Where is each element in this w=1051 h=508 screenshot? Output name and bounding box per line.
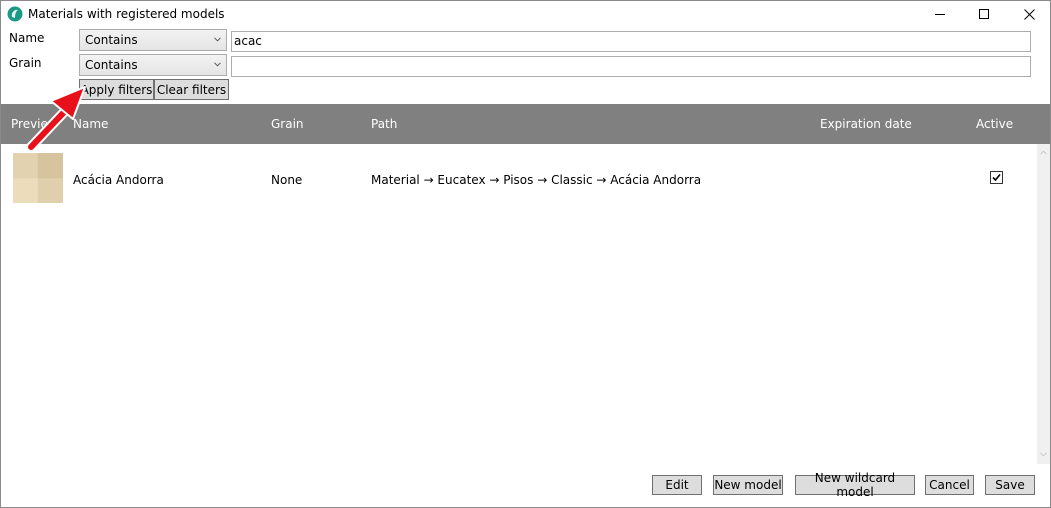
table-row[interactable]: Acácia Andorra None Material → Eucatex →…: [1, 151, 1037, 203]
clear-filters-button[interactable]: Clear filters: [154, 79, 229, 100]
annotation-arrow-icon: [26, 86, 86, 152]
close-button[interactable]: [1006, 1, 1050, 27]
cancel-button[interactable]: Cancel: [925, 475, 974, 495]
name-filter-input[interactable]: acac: [231, 31, 1031, 52]
column-header-expiration-date[interactable]: Expiration date: [820, 117, 912, 131]
chevron-down-icon: [214, 37, 221, 42]
row-grain-cell: None: [271, 173, 303, 187]
materials-grid: Acácia Andorra None Material → Eucatex →…: [1, 144, 1050, 464]
column-header-path[interactable]: Path: [371, 117, 397, 131]
name-filter-value: acac: [234, 34, 262, 48]
save-button[interactable]: Save: [985, 475, 1035, 495]
materials-window: Materials with registered models Name Co…: [0, 0, 1051, 508]
title-bar: Materials with registered models: [1, 1, 1050, 27]
close-icon: [1023, 8, 1035, 20]
app-icon: [7, 6, 23, 22]
maximize-button[interactable]: [961, 1, 1007, 27]
new-model-button[interactable]: New model: [713, 475, 783, 495]
grain-filter-input[interactable]: [231, 56, 1031, 77]
new-wildcard-model-button[interactable]: New wildcard model: [795, 471, 915, 499]
scroll-up-icon[interactable]: [1040, 150, 1047, 155]
grain-match-value: Contains: [85, 58, 138, 72]
grid-header: Preview Name Grain Path Expiration date …: [1, 104, 1050, 144]
name-match-select[interactable]: Contains: [79, 29, 227, 51]
grid-vertical-scrollbar[interactable]: [1037, 144, 1050, 464]
grain-match-select[interactable]: Contains: [79, 54, 227, 76]
minimize-button[interactable]: [917, 1, 963, 27]
chevron-down-icon: [214, 62, 221, 67]
edit-button[interactable]: Edit: [652, 475, 702, 495]
column-header-active[interactable]: Active: [976, 117, 1013, 131]
row-name-cell: Acácia Andorra: [73, 173, 164, 187]
checkmark-icon: [992, 173, 1001, 182]
name-match-value: Contains: [85, 33, 138, 47]
maximize-icon: [979, 9, 989, 19]
material-preview-thumbnail: [13, 153, 63, 203]
window-title: Materials with registered models: [28, 7, 225, 21]
row-active-checkbox[interactable]: [990, 171, 1003, 184]
grain-filter-label: Grain: [9, 56, 42, 70]
row-path-cell: Material → Eucatex → Pisos → Classic → A…: [371, 173, 702, 187]
scroll-down-icon[interactable]: [1040, 452, 1047, 457]
column-header-grain[interactable]: Grain: [271, 117, 304, 131]
minimize-icon: [935, 14, 945, 15]
name-filter-label: Name: [9, 31, 45, 45]
